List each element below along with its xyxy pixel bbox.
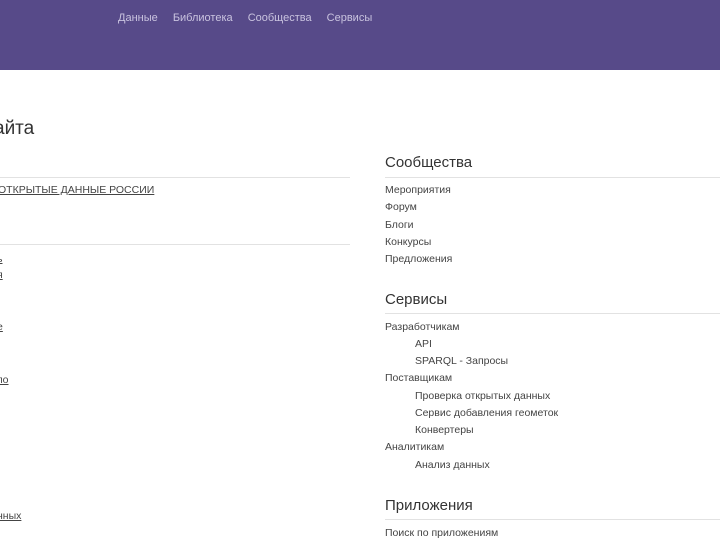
divider [385, 313, 720, 314]
divider [0, 244, 350, 245]
divider [0, 177, 350, 178]
link-forum[interactable]: Форум [385, 201, 417, 213]
left-link-3[interactable]: е [0, 321, 3, 333]
link-api[interactable]: API [415, 338, 432, 350]
divider [385, 519, 720, 520]
link-geotag-service[interactable]: Сервис добавления геометок [415, 407, 558, 419]
left-link-open-data-russia[interactable]: ОТКРЫТЫЕ ДАННЫЕ РОССИИ [0, 184, 154, 196]
page: Данные Библиотека Сообщества Сервисы айт… [0, 0, 720, 540]
link-contests[interactable]: Конкурсы [385, 236, 431, 248]
divider [385, 177, 720, 178]
left-column: ОТКРЫТЫЕ ДАННЫЕ РОССИИ ь я е по нных [0, 0, 352, 540]
link-providers[interactable]: Поставщикам [385, 372, 452, 384]
link-data-analysis[interactable]: Анализ данных [415, 459, 490, 471]
link-blogs[interactable]: Блоги [385, 219, 414, 231]
link-app-search[interactable]: Поиск по приложениям [385, 527, 498, 539]
left-link-1[interactable]: ь [0, 253, 2, 265]
link-events[interactable]: Мероприятия [385, 184, 451, 196]
link-proposals[interactable]: Предложения [385, 253, 452, 265]
left-link-5[interactable]: нных [0, 510, 21, 522]
link-sparql[interactable]: SPARQL - Запросы [415, 355, 508, 367]
section-title-communities: Сообщества [385, 154, 473, 171]
link-converters[interactable]: Конвертеры [415, 424, 474, 436]
left-link-2[interactable]: я [0, 269, 3, 281]
link-developers[interactable]: Разработчикам [385, 321, 460, 333]
left-link-4[interactable]: по [0, 374, 9, 386]
section-title-apps: Приложения [385, 497, 473, 514]
section-title-services: Сервисы [385, 291, 448, 308]
link-analysts[interactable]: Аналитикам [385, 441, 444, 453]
link-open-data-check[interactable]: Проверка открытых данных [415, 390, 550, 402]
right-column: Сообщества Мероприятия Форум Блоги Конку… [385, 0, 720, 540]
